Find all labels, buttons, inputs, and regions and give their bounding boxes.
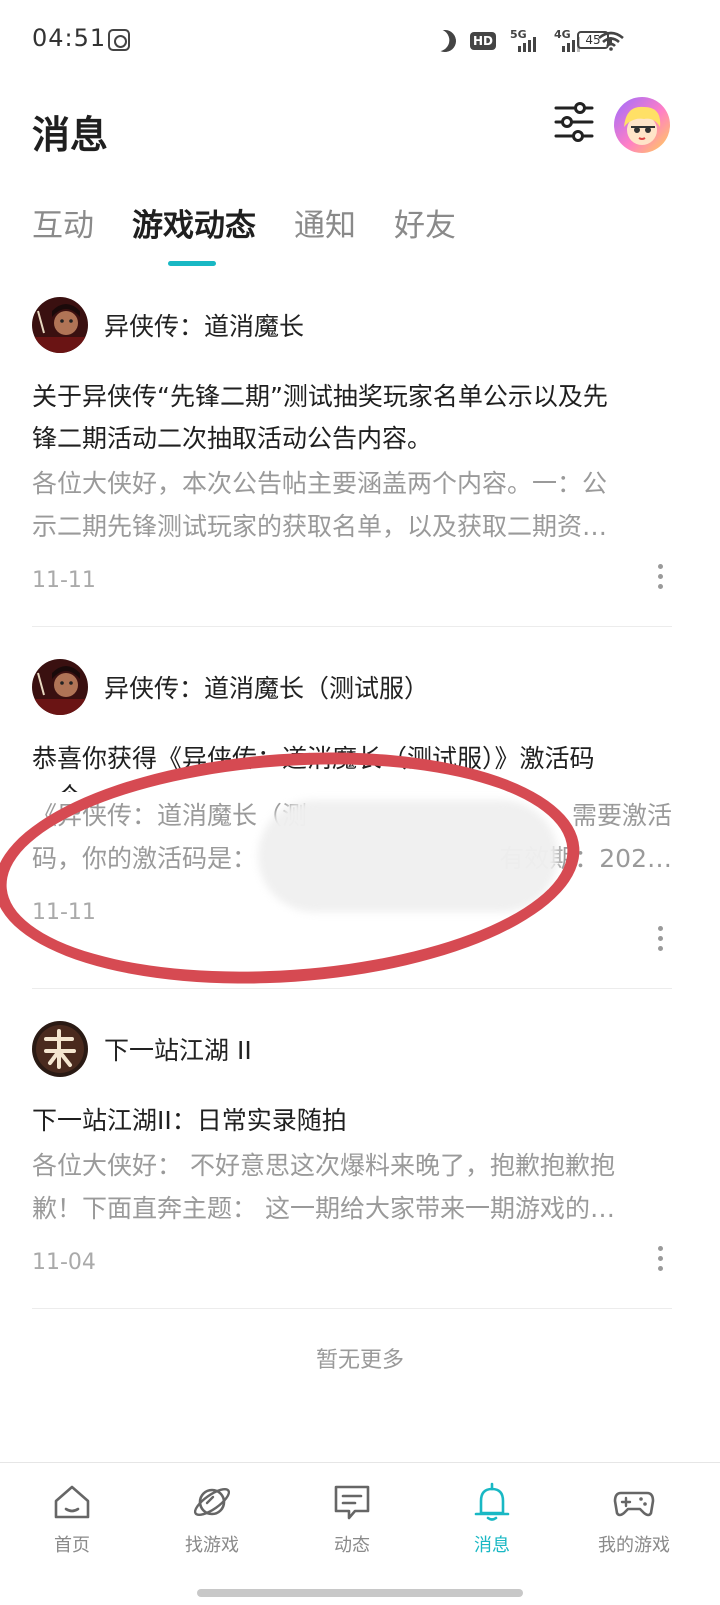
more-options-icon[interactable]: [658, 926, 664, 952]
home-icon: [51, 1481, 93, 1523]
message-date: 11-04: [32, 1250, 96, 1275]
message-summary-line: 歉！下面直奔主题： 这一期给大家带来一期游戏的…: [32, 1194, 615, 1223]
app-notification-icon: [108, 29, 130, 51]
message-date: 11-11: [32, 568, 96, 593]
tab-game-news[interactable]: 游戏动态: [132, 200, 256, 245]
tab-interaction[interactable]: 互动: [32, 200, 94, 245]
bell-icon: [471, 1481, 513, 1523]
divider: [32, 626, 672, 627]
message-title: 关于异侠传“先锋二期”测试抽奖玩家名单公示以及先 锋二期活动二次抽取活动公告内容…: [32, 376, 672, 460]
game-name: 异侠传：道消魔长: [104, 312, 305, 341]
nav-label: 动态: [334, 1535, 370, 1556]
gamepad-icon: [613, 1481, 655, 1523]
chat-icon: [331, 1481, 373, 1523]
nav-home[interactable]: 首页: [0, 1463, 144, 1583]
nav-messages[interactable]: 消息: [420, 1463, 564, 1583]
nav-label: 消息: [474, 1535, 510, 1556]
moon-icon: [431, 27, 459, 55]
message-item[interactable]: 异侠传：道消魔长 关于异侠传“先锋二期”测试抽奖玩家名单公示以及先 锋二期活动二…: [32, 296, 672, 593]
game-name: 下一站江湖 II: [104, 1036, 252, 1065]
nav-feed[interactable]: 动态: [280, 1463, 424, 1583]
nav-label: 找游戏: [185, 1535, 239, 1556]
message-title-line: 关于异侠传“先锋二期”测试抽奖玩家名单公示以及先: [32, 382, 608, 411]
tab-notifications[interactable]: 通知: [294, 200, 356, 245]
nav-find-games[interactable]: 找游戏: [140, 1463, 284, 1583]
summary-end: 需要激活: [571, 801, 672, 830]
signal-5g-icon: 5G: [510, 28, 540, 54]
home-indicator: [197, 1589, 523, 1597]
status-bar: 04:51 HD 5G 4G 45: [0, 0, 720, 80]
game-avatar[interactable]: [32, 1021, 88, 1077]
divider: [32, 988, 672, 989]
message-game-row: 异侠传：道消魔长（测试服）: [32, 658, 672, 716]
user-avatar[interactable]: [614, 97, 670, 153]
message-title-line: 锋二期活动二次抽取活动公告内容。: [32, 424, 433, 453]
game-avatar[interactable]: [32, 659, 88, 715]
nav-label: 首页: [54, 1535, 90, 1556]
status-time: 04:51: [32, 24, 107, 52]
message-summary-line: 示二期先锋测试玩家的获取名单，以及获取二期资…: [32, 512, 608, 541]
more-options-icon[interactable]: [658, 564, 664, 590]
message-summary: 各位大侠好，本次公告帖主要涵盖两个内容。一：公 示二期先锋测试玩家的获取名单，以…: [32, 462, 672, 548]
active-tab-indicator: [168, 261, 216, 266]
hd-icon: HD: [469, 32, 496, 50]
game-avatar[interactable]: [32, 297, 88, 353]
battery-icon: 45: [577, 31, 612, 49]
message-item[interactable]: 下一站江湖 II 下一站江湖II：日常实录随拍 各位大侠好： 不好意思这次爆料来…: [32, 1020, 672, 1275]
game-name: 异侠传：道消魔长（测试服）: [104, 674, 430, 703]
message-summary-line: 各位大侠好，本次公告帖主要涵盖两个内容。一：公: [32, 469, 608, 498]
tab-friends[interactable]: 好友: [394, 200, 456, 245]
message-game-row: 异侠传：道消魔长: [32, 296, 672, 354]
divider: [32, 1308, 672, 1309]
nav-my-games[interactable]: 我的游戏: [562, 1463, 706, 1583]
no-more-text: 暂无更多: [315, 1348, 404, 1373]
message-game-row: 下一站江湖 II: [32, 1020, 672, 1078]
message-summary-line: 各位大侠好： 不好意思这次爆料来晚了，抱歉抱歉抱: [32, 1151, 615, 1180]
nav-label: 我的游戏: [598, 1535, 670, 1556]
page-title: 消息: [32, 113, 109, 157]
bottom-navigation: 首页 找游戏 动态 消息 我的游戏: [0, 1462, 720, 1605]
more-options-icon[interactable]: [658, 1246, 664, 1272]
message-summary: 各位大侠好： 不好意思这次爆料来晚了，抱歉抱歉抱 歉！下面直奔主题： 这一期给大…: [32, 1144, 672, 1230]
message-title: 下一站江湖II：日常实录随拍: [32, 1100, 672, 1142]
message-title-line: 下一站江湖II：日常实录随拍: [32, 1106, 347, 1135]
planet-icon: [191, 1481, 233, 1523]
tab-bar: 互动 游戏动态 通知 好友: [32, 200, 494, 245]
sliders-icon[interactable]: [554, 100, 594, 144]
